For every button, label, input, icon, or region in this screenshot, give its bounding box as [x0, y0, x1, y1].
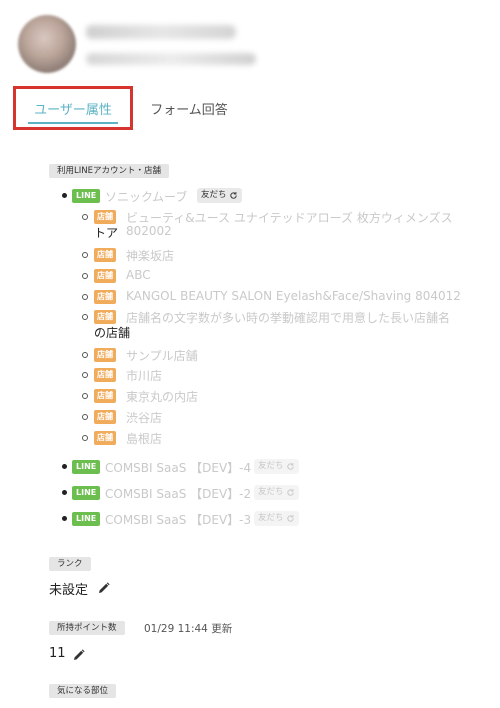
friend-label: 友だち: [201, 190, 227, 200]
store-name-overflow: トア: [94, 226, 119, 240]
line-badge: LINE: [72, 512, 101, 526]
store-name-overflow: の店舗: [94, 326, 131, 340]
store-code: 802002: [126, 224, 172, 238]
friend-status-badge: 友だち: [197, 188, 242, 203]
tab-form-answers[interactable]: フォーム回答: [141, 86, 237, 130]
store-bullet: [82, 273, 88, 279]
store-bullet: [82, 352, 88, 358]
line-badge: LINE: [72, 486, 101, 500]
account-name: COMSBI SaaS 【DEV】-4: [105, 461, 252, 475]
store-bullet: [82, 294, 88, 300]
store-bullet: [82, 414, 88, 420]
store-name: 店舗名の文字数が多い時の挙動確認用で用意した長い店舗名: [126, 311, 451, 325]
store-badge: 店舗: [94, 310, 116, 324]
store-name: 島根店: [126, 432, 163, 446]
friend-label: 友だち: [258, 461, 284, 471]
store-name: ABC: [126, 268, 151, 282]
user-name-redacted: [86, 25, 236, 39]
profile-header: [18, 15, 488, 77]
store-bullet: [82, 252, 88, 258]
store-badge: 店舗: [94, 368, 116, 382]
store-bullet: [82, 314, 88, 320]
tab-bar: ユーザー属性 フォーム回答: [13, 86, 313, 130]
section-label-rank: ランク: [49, 557, 91, 571]
sync-icon: [286, 515, 294, 522]
account-name: COMSBI SaaS 【DEV】-2: [105, 487, 252, 501]
store-badge: 店舗: [94, 210, 116, 224]
store-badge: 店舗: [94, 431, 116, 445]
store-badge: 店舗: [94, 248, 116, 262]
store-name: 渋谷店: [126, 411, 163, 425]
store-name: 市川店: [126, 369, 163, 383]
account-name: COMSBI SaaS 【DEV】-3: [105, 513, 252, 527]
rank-value: 未設定: [49, 583, 89, 598]
list-bullet: [62, 193, 67, 198]
store-name: 東京丸の内店: [126, 390, 199, 404]
list-bullet: [62, 464, 67, 469]
tab-user-attributes[interactable]: ユーザー属性: [13, 86, 133, 130]
store-bullet: [82, 372, 88, 378]
store-bullet: [82, 393, 88, 399]
list-bullet: [62, 490, 67, 495]
friend-status-badge: 友だち: [254, 459, 299, 474]
friend-status-badge: 友だち: [254, 511, 299, 526]
pencil-icon[interactable]: [73, 649, 85, 661]
store-name: ビューティ&ユース ユナイテッドアローズ 枚方ウィメンズス: [126, 211, 453, 225]
store-badge: 店舗: [94, 290, 116, 304]
store-bullet: [82, 435, 88, 441]
section-label-concern: 気になる部位: [49, 684, 117, 698]
sync-icon: [229, 192, 237, 199]
friend-label: 友だち: [258, 513, 284, 523]
line-badge: LINE: [72, 460, 101, 474]
pencil-icon[interactable]: [98, 582, 110, 594]
store-bullet: [82, 214, 88, 220]
list-bullet: [62, 516, 67, 521]
friend-status-badge: 友だち: [254, 485, 299, 500]
avatar: [18, 15, 76, 73]
store-name: サンプル店舗: [126, 349, 198, 363]
store-name: KANGOL BEAUTY SALON Eyelash&Face/Shaving…: [126, 289, 461, 303]
sync-icon: [286, 463, 294, 470]
line-badge: LINE: [72, 189, 101, 203]
section-label-points: 所持ポイント数: [49, 621, 125, 635]
user-subtext-redacted: [86, 53, 256, 65]
store-badge: 店舗: [94, 348, 116, 362]
points-value: 11: [49, 646, 66, 661]
friend-label: 友だち: [258, 487, 284, 497]
store-name: 神楽坂店: [126, 249, 175, 263]
points-updated-timestamp: 01/29 11:44 更新: [144, 623, 233, 635]
store-badge: 店舗: [94, 410, 116, 424]
sync-icon: [286, 489, 294, 496]
account-name: ソニックムーブ: [105, 190, 188, 204]
store-badge: 店舗: [94, 389, 116, 403]
store-badge: 店舗: [94, 269, 116, 283]
section-label-accounts: 利用LINEアカウント・店舗: [49, 164, 169, 178]
